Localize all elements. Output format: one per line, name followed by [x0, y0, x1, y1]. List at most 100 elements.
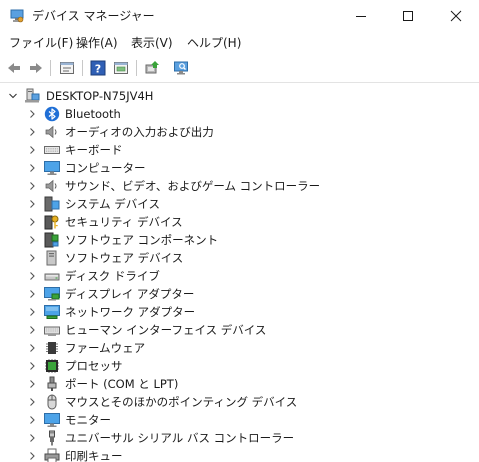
software-device-icon	[46, 250, 57, 266]
title-bar[interactable]: デバイス マネージャー	[0, 0, 479, 32]
chevron-right-icon[interactable]	[27, 451, 37, 461]
tree-item-security-devices[interactable]: セキュリティ デバイス	[0, 213, 479, 231]
tree-item-label: 印刷キュー	[65, 449, 123, 462]
tree-item-label: サウンド、ビデオ、およびゲーム コントローラー	[65, 179, 321, 193]
tree-item-software-components[interactable]: ソフトウェア コンポーネント	[0, 231, 479, 249]
tree-item-label: ディスク ドライブ	[65, 269, 160, 283]
chevron-right-icon[interactable]	[27, 325, 37, 335]
svg-text:?: ?	[95, 63, 101, 76]
tree-item-label: ソフトウェア デバイス	[65, 251, 184, 265]
tree-item-sound-video-game[interactable]: サウンド、ビデオ、およびゲーム コントローラー	[0, 177, 479, 195]
software-component-icon	[44, 232, 59, 248]
menu-file[interactable]: ファイル(F)	[9, 35, 73, 51]
tree-item-label: キーボード	[65, 143, 123, 157]
chevron-right-icon[interactable]	[27, 109, 37, 119]
chevron-right-icon[interactable]	[27, 307, 37, 317]
mouse-icon	[47, 394, 57, 410]
chevron-right-icon[interactable]	[27, 343, 37, 353]
properties-button[interactable]	[57, 58, 77, 78]
update-driver-icon	[145, 61, 159, 74]
system-device-icon	[44, 196, 60, 212]
device-tree[interactable]: DESKTOP-N75JV4H Bluetooth オーディオの入力および出力 …	[0, 83, 479, 462]
properties-icon	[60, 62, 74, 74]
tree-item-label: ヒューマン インターフェイス デバイス	[65, 323, 267, 337]
chevron-down-icon[interactable]	[8, 91, 18, 101]
close-icon	[450, 10, 462, 22]
tree-root-row[interactable]: DESKTOP-N75JV4H	[0, 87, 479, 105]
chevron-right-icon[interactable]	[27, 145, 37, 155]
tree-item-mice[interactable]: マウスとそのほかのポインティング デバイス	[0, 393, 479, 411]
chevron-right-icon[interactable]	[27, 235, 37, 245]
tree-root-label: DESKTOP-N75JV4H	[46, 89, 154, 103]
chevron-right-icon[interactable]	[27, 433, 37, 443]
chevron-right-icon[interactable]	[27, 361, 37, 371]
tree-item-label: Bluetooth	[65, 107, 121, 121]
tree-item-label: プロセッサ	[65, 359, 123, 373]
menu-view[interactable]: 表示(V)	[131, 35, 173, 51]
tree-item-computer[interactable]: コンピューター	[0, 159, 479, 177]
maximize-button[interactable]	[385, 0, 431, 32]
tree-item-audio-io[interactable]: オーディオの入力および出力	[0, 123, 479, 141]
chevron-right-icon[interactable]	[27, 397, 37, 407]
show-hidden-button[interactable]	[111, 58, 131, 78]
help-button[interactable]: ?	[88, 58, 108, 78]
tree-item-disk-drives[interactable]: ディスク ドライブ	[0, 267, 479, 285]
printer-icon	[44, 448, 60, 462]
port-icon	[47, 376, 57, 391]
tree-item-label: コンピューター	[65, 161, 146, 175]
hid-icon	[44, 326, 60, 336]
toolbar-separator	[50, 60, 51, 76]
speaker-icon	[45, 125, 57, 139]
menu-action[interactable]: 操作(A)	[76, 35, 118, 51]
chevron-right-icon[interactable]	[27, 271, 37, 281]
menu-help[interactable]: ヘルプ(H)	[187, 35, 241, 51]
tree-item-processors[interactable]: プロセッサ	[0, 357, 479, 375]
tree-item-firmware[interactable]: ファームウェア	[0, 339, 479, 357]
tree-item-label: ユニバーサル シリアル バス コントローラー	[65, 431, 295, 445]
computer-icon	[25, 88, 40, 103]
close-button[interactable]	[433, 0, 479, 32]
chevron-right-icon[interactable]	[27, 253, 37, 263]
tree-item-monitors[interactable]: モニター	[0, 411, 479, 429]
tree-item-system-devices[interactable]: システム デバイス	[0, 195, 479, 213]
tree-item-label: マウスとそのほかのポインティング デバイス	[65, 395, 298, 409]
chevron-right-icon[interactable]	[27, 217, 37, 227]
help-icon: ?	[90, 60, 106, 76]
chevron-right-icon[interactable]	[27, 379, 37, 389]
tree-item-software-devices[interactable]: ソフトウェア デバイス	[0, 249, 479, 267]
tree-item-bluetooth[interactable]: Bluetooth	[0, 105, 479, 123]
chevron-right-icon[interactable]	[27, 163, 37, 173]
toolbar-separator	[82, 60, 83, 76]
tree-item-network-adapters[interactable]: ネットワーク アダプター	[0, 303, 479, 321]
update-driver-button[interactable]	[142, 58, 162, 78]
disk-drive-icon	[44, 273, 60, 281]
tree-item-display-adapters[interactable]: ディスプレイ アダプター	[0, 285, 479, 303]
security-key-icon	[44, 215, 59, 230]
tree-item-label: モニター	[65, 413, 111, 427]
tree-item-usb-controllers[interactable]: ユニバーサル シリアル バス コントローラー	[0, 429, 479, 447]
device-manager-window: デバイス マネージャー ファイル(F) 操作(A) 表示(V) ヘルプ(H) ?	[0, 0, 479, 462]
maximize-icon	[403, 11, 413, 21]
back-arrow-icon	[8, 63, 20, 73]
tree-item-label: セキュリティ デバイス	[65, 215, 183, 229]
tree-item-ports[interactable]: ポート (COM と LPT)	[0, 375, 479, 393]
chevron-right-icon[interactable]	[27, 181, 37, 191]
chevron-right-icon[interactable]	[27, 415, 37, 425]
tree-item-hid[interactable]: ヒューマン インターフェイス デバイス	[0, 321, 479, 339]
chevron-right-icon[interactable]	[27, 289, 37, 299]
device-manager-app-icon	[10, 9, 24, 23]
tree-item-label: ソフトウェア コンポーネント	[65, 233, 219, 247]
monitor-icon	[44, 161, 60, 175]
forward-button[interactable]	[26, 58, 46, 78]
chevron-right-icon[interactable]	[27, 127, 37, 137]
tree-item-print-queues[interactable]: 印刷キュー	[0, 447, 479, 462]
chevron-right-icon[interactable]	[27, 199, 37, 209]
tree-item-keyboard[interactable]: キーボード	[0, 141, 479, 159]
tree-item-label: システム デバイス	[65, 197, 160, 211]
back-button[interactable]	[4, 58, 24, 78]
menu-bar: ファイル(F) 操作(A) 表示(V) ヘルプ(H)	[0, 32, 479, 54]
show-hidden-icon	[114, 62, 128, 74]
minimize-button[interactable]	[338, 0, 384, 32]
scan-hardware-button[interactable]	[171, 58, 191, 78]
forward-arrow-icon	[30, 63, 42, 73]
